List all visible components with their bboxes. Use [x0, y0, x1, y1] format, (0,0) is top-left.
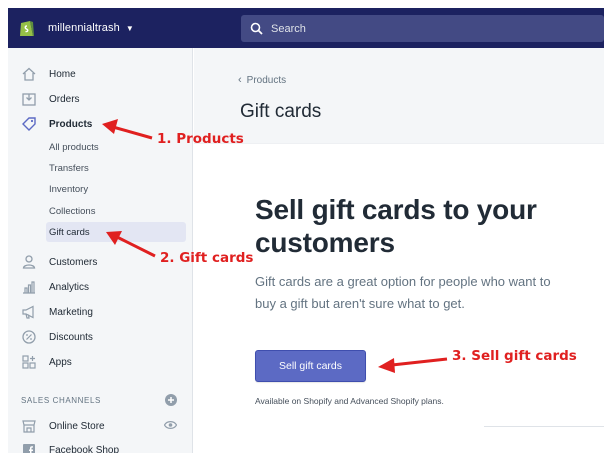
- sidebar-item-label: Facebook Shop: [49, 444, 120, 453]
- annotation-step-2: 2. Gift cards: [160, 250, 254, 266]
- subitem-label: Collections: [49, 205, 96, 217]
- breadcrumb-label: Products: [246, 74, 287, 86]
- customers-icon: [22, 255, 36, 269]
- orders-icon: [22, 93, 36, 106]
- subitem-label: Transfers: [49, 162, 89, 174]
- megaphone-icon: [22, 305, 34, 319]
- subitem-transfers[interactable]: Transfers: [8, 158, 193, 178]
- discount-icon: [22, 330, 36, 344]
- breadcrumb-back-link[interactable]: ‹ Products: [238, 74, 286, 86]
- subitem-label: Gift cards: [49, 226, 90, 238]
- sidebar-item-label: Analytics: [49, 281, 90, 293]
- add-channel-icon[interactable]: [165, 394, 177, 406]
- analytics-icon: [23, 281, 35, 294]
- page-header: ‹ Products Gift cards: [194, 48, 604, 144]
- annotation-step-1: 1. Products: [157, 131, 244, 147]
- facebook-icon: [23, 444, 35, 453]
- main-content: ‹ Products Gift cards Sell gift cards to…: [194, 48, 604, 453]
- subitem-gift-cards[interactable]: Gift cards: [46, 222, 186, 242]
- divider: [484, 426, 604, 427]
- empty-state-heading: Sell gift cards to your customers: [255, 194, 537, 258]
- top-bar: millennialtrash ▼ Search: [8, 8, 604, 48]
- sidebar-item-orders[interactable]: Orders: [8, 88, 193, 110]
- sales-channels-title: SALES CHANNELS: [21, 396, 101, 405]
- sidebar-item-facebook-shop[interactable]: Facebook Shop: [8, 439, 193, 453]
- apps-icon: [22, 355, 36, 369]
- search-icon: [250, 22, 263, 35]
- sidebar-item-marketing[interactable]: Marketing: [8, 301, 193, 323]
- sell-gift-cards-button[interactable]: Sell gift cards: [255, 350, 366, 382]
- store-name: millennialtrash: [48, 22, 120, 34]
- search-placeholder: Search: [271, 22, 306, 35]
- home-icon: [22, 67, 36, 81]
- empty-state-description: Gift cards are a great option for people…: [255, 274, 551, 311]
- store-icon: [22, 420, 36, 433]
- sidebar-item-label: Home: [49, 68, 76, 80]
- sidebar-item-apps[interactable]: Apps: [8, 351, 193, 373]
- subitem-collections[interactable]: Collections: [8, 201, 193, 221]
- caret-down-icon: ▼: [125, 23, 134, 33]
- store-switcher[interactable]: millennialtrash ▼: [18, 19, 134, 37]
- page-title: Gift cards: [240, 101, 322, 122]
- sidebar-item-analytics[interactable]: Analytics: [8, 276, 193, 298]
- sidebar-item-discounts[interactable]: Discounts: [8, 326, 193, 348]
- subitem-label: Inventory: [49, 183, 89, 195]
- sidebar-item-home[interactable]: Home: [8, 63, 193, 85]
- sidebar-item-label: Orders: [49, 93, 80, 105]
- search-input[interactable]: Search: [241, 15, 604, 42]
- sidebar-item-label: Customers: [49, 256, 98, 268]
- sidebar-item-label: Discounts: [49, 331, 93, 343]
- tag-icon: [22, 117, 36, 131]
- sidebar-item-label: Apps: [49, 356, 72, 368]
- subitem-inventory[interactable]: Inventory: [8, 179, 193, 199]
- annotation-step-3: 3. Sell gift cards: [452, 348, 577, 364]
- availability-note: Available on Shopify and Advanced Shopif…: [255, 396, 444, 406]
- shopify-logo-icon: [20, 21, 34, 36]
- eye-icon[interactable]: [164, 420, 177, 430]
- sidebar-item-label: Marketing: [49, 306, 93, 318]
- sidebar-item-label: Products: [49, 118, 93, 130]
- subitem-label: All products: [49, 141, 99, 153]
- sidebar-item-label: Online Store: [49, 420, 105, 432]
- chevron-left-icon: ‹: [238, 74, 242, 86]
